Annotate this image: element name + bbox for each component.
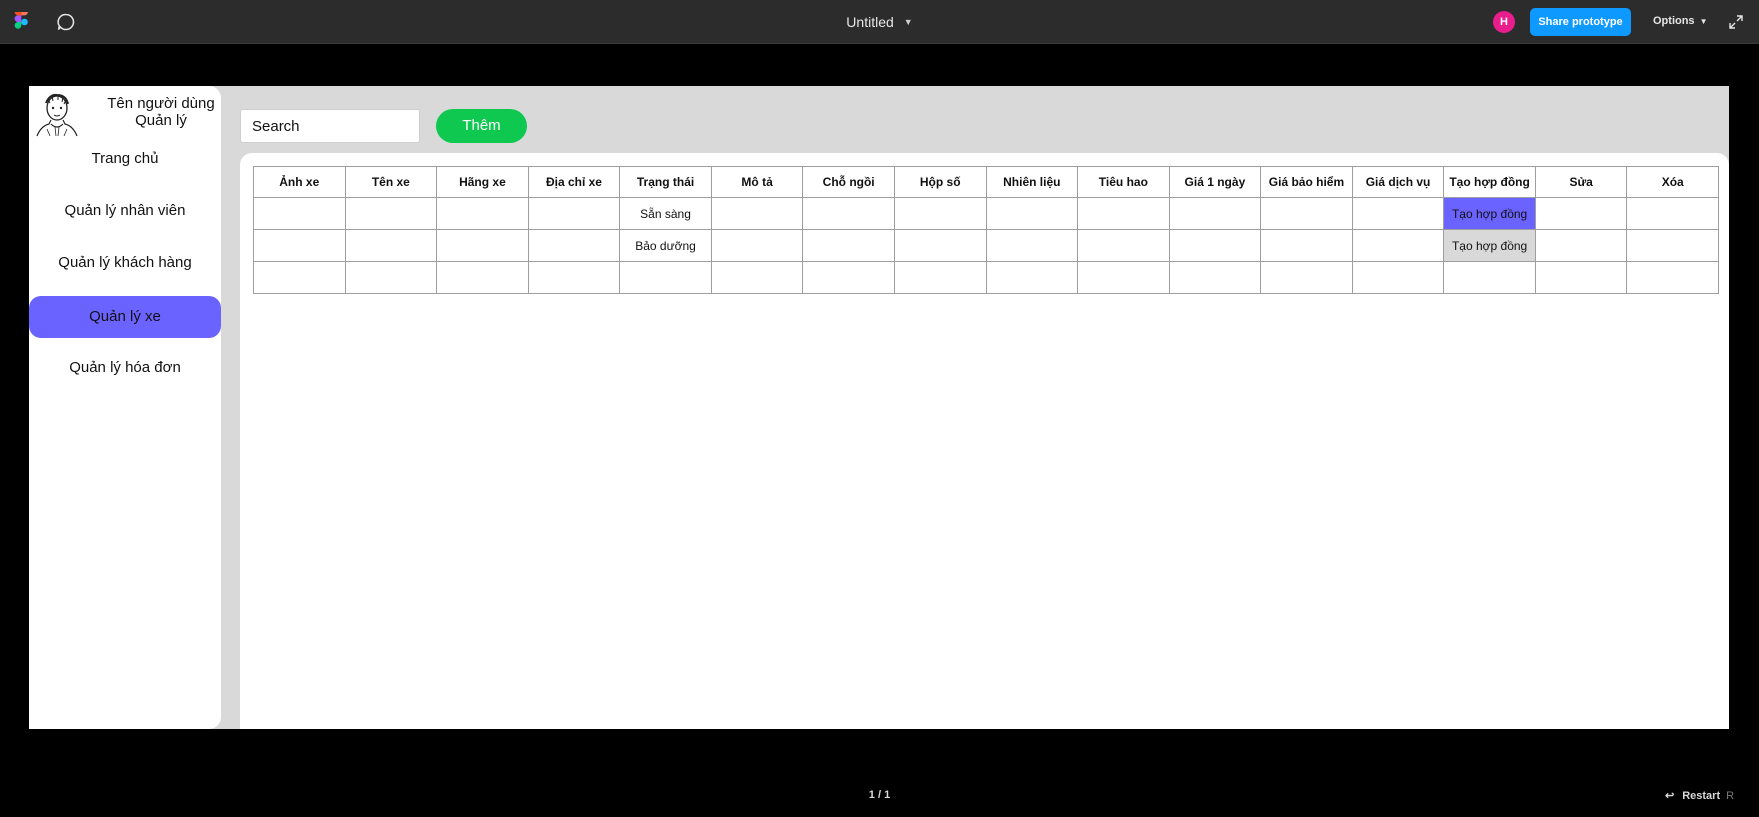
user-role: Quản lý: [135, 112, 187, 129]
table-cell: [893, 197, 987, 230]
restart-label: Restart: [1682, 790, 1721, 802]
expand-icon[interactable]: [1728, 14, 1744, 30]
table-cell: [1168, 229, 1262, 262]
column-header: Giá 1 ngày: [1168, 166, 1262, 198]
options-menu[interactable]: Options ▼: [1653, 15, 1707, 27]
column-header: Trạng thái: [619, 166, 712, 198]
sidebar-item-invoices[interactable]: Quản lý hóa đơn: [29, 347, 221, 389]
table-cell: [710, 229, 804, 262]
table-cell: [253, 197, 346, 230]
column-header: Hãng xe: [436, 166, 529, 198]
column-header: Tên xe: [344, 166, 438, 198]
table-cell: [527, 197, 621, 230]
table-cell: [436, 261, 529, 294]
table-cell: [1443, 261, 1536, 294]
column-header: Hộp số: [893, 166, 987, 198]
table-cell: [985, 229, 1079, 262]
table-cell: [344, 229, 438, 262]
restart-button[interactable]: ↩ Restart R: [1665, 789, 1734, 802]
sidebar-item-customers[interactable]: Quản lý khách hàng: [29, 242, 221, 284]
table-cell: [1168, 197, 1262, 230]
table-cell: [344, 261, 438, 294]
edit-cell[interactable]: [1534, 261, 1628, 294]
table-cell: [253, 229, 346, 262]
table-cell: [985, 197, 1079, 230]
vehicle-table: Ảnh xe Tên xe Hãng xe Địa chỉ xe Trạng t…: [253, 166, 1719, 294]
restart-icon: ↩: [1665, 790, 1675, 802]
column-header: Ảnh xe: [253, 166, 346, 198]
search-input[interactable]: [240, 109, 420, 143]
column-header: Xóa: [1626, 166, 1719, 198]
table-cell: [436, 229, 529, 262]
table-cell: [893, 229, 987, 262]
column-header: Sửa: [1534, 166, 1628, 198]
table-cell: [527, 229, 621, 262]
restart-shortcut: R: [1726, 790, 1735, 802]
table-cell: [893, 261, 987, 294]
sidebar-item-vehicles[interactable]: Quản lý xe: [29, 296, 221, 338]
table-cell: [710, 261, 804, 294]
top-toolbar: Untitled ▼ H Share prototype Options ▼: [0, 0, 1759, 44]
table-cell: [1351, 229, 1445, 262]
table-cell: [344, 197, 438, 230]
delete-cell[interactable]: [1626, 229, 1719, 262]
table-cell: [1351, 197, 1445, 230]
column-header: Chỗ ngồi: [802, 166, 895, 198]
status-cell: Sẵn sàng: [619, 197, 712, 230]
chevron-down-icon: ▼: [1699, 17, 1708, 26]
table-cell: [1351, 261, 1445, 294]
share-prototype-button[interactable]: Share prototype: [1530, 8, 1631, 36]
table-row: [253, 261, 1719, 294]
column-header: Địa chỉ xe: [527, 166, 621, 198]
column-header: Giá bảo hiểm: [1260, 166, 1353, 198]
document-title-text: Untitled: [846, 14, 894, 30]
sidebar-item-home[interactable]: Trang chủ: [29, 138, 221, 180]
column-header: Tiêu hao: [1077, 166, 1170, 198]
user-info: Tên người dùng Quản lý: [101, 95, 221, 129]
table-row: Sẵn sàng Tạo hợp đồng: [253, 197, 1719, 230]
column-header: Nhiên liệu: [985, 166, 1079, 198]
edit-cell[interactable]: [1534, 229, 1628, 262]
table-cell: [1260, 197, 1353, 230]
table-cell: [253, 261, 346, 294]
table-cell: [985, 261, 1079, 294]
add-button[interactable]: Thêm: [436, 109, 527, 143]
vehicle-table-panel: Ảnh xe Tên xe Hãng xe Địa chỉ xe Trạng t…: [240, 153, 1729, 729]
edit-cell[interactable]: [1534, 197, 1628, 230]
column-header: Tạo hợp đồng: [1443, 166, 1536, 198]
status-cell: Bảo dưỡng: [619, 229, 712, 262]
table-cell: [1077, 261, 1170, 294]
table-row: Bảo dưỡng Tạo hợp đồng: [253, 229, 1719, 262]
table-header-row: Ảnh xe Tên xe Hãng xe Địa chỉ xe Trạng t…: [253, 166, 1719, 198]
table-cell: [1260, 229, 1353, 262]
table-cell: [1077, 197, 1170, 230]
page-indicator: 1 / 1: [868, 789, 891, 801]
delete-cell[interactable]: [1626, 261, 1719, 294]
user-avatar: [33, 91, 81, 139]
column-header: Mô tả: [710, 166, 804, 198]
sidebar-item-employees[interactable]: Quản lý nhân viên: [29, 190, 221, 232]
create-contract-button[interactable]: Tạo hợp đồng: [1443, 197, 1536, 230]
table-cell: [1077, 229, 1170, 262]
table-cell: [802, 261, 895, 294]
table-cell: [802, 197, 895, 230]
avatar[interactable]: H: [1493, 11, 1515, 33]
status-cell: [619, 261, 712, 294]
chevron-down-icon: ▼: [903, 17, 913, 27]
table-cell: [1168, 261, 1262, 294]
table-cell: [1260, 261, 1353, 294]
table-cell: [527, 261, 621, 294]
user-name: Tên người dùng: [107, 95, 215, 112]
delete-cell[interactable]: [1626, 197, 1719, 230]
sidebar: Tên người dùng Quản lý Trang chủ Quản lý…: [29, 86, 221, 729]
options-label: Options: [1653, 15, 1695, 27]
table-cell: [436, 197, 529, 230]
table-cell: [802, 229, 895, 262]
table-cell: [710, 197, 804, 230]
prototype-frame: Tên người dùng Quản lý Trang chủ Quản lý…: [29, 86, 1729, 729]
column-header: Giá dịch vụ: [1351, 166, 1445, 198]
create-contract-button[interactable]: Tạo hợp đồng: [1443, 229, 1536, 262]
